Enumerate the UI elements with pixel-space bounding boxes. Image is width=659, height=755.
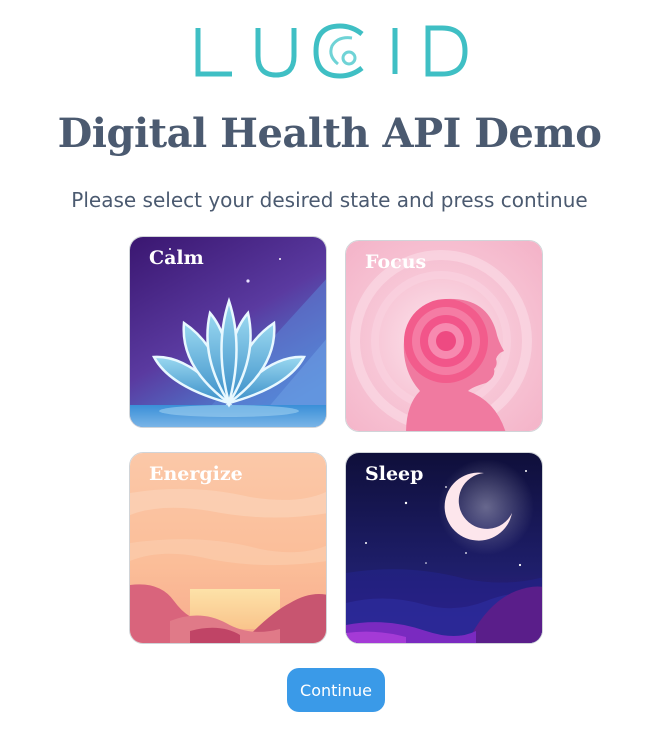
state-card-focus[interactable]: Focus [345, 240, 543, 432]
page-title: Digital Health API Demo [57, 110, 602, 157]
lucid-logo [195, 23, 468, 79]
state-card-calm[interactable]: Calm [129, 236, 327, 428]
state-card-sleep[interactable]: Sleep [345, 452, 543, 644]
page-subtitle: Please select your desired state and pre… [71, 188, 588, 212]
state-card-label: Focus [365, 251, 427, 273]
page: Digital Health API Demo Please select yo… [0, 0, 659, 755]
state-card-label: Sleep [365, 463, 424, 485]
state-card-label: Calm [149, 247, 204, 269]
state-card-energize[interactable]: Energize [129, 452, 327, 644]
continue-button[interactable]: Continue [287, 668, 385, 712]
state-card-label: Energize [149, 463, 243, 485]
